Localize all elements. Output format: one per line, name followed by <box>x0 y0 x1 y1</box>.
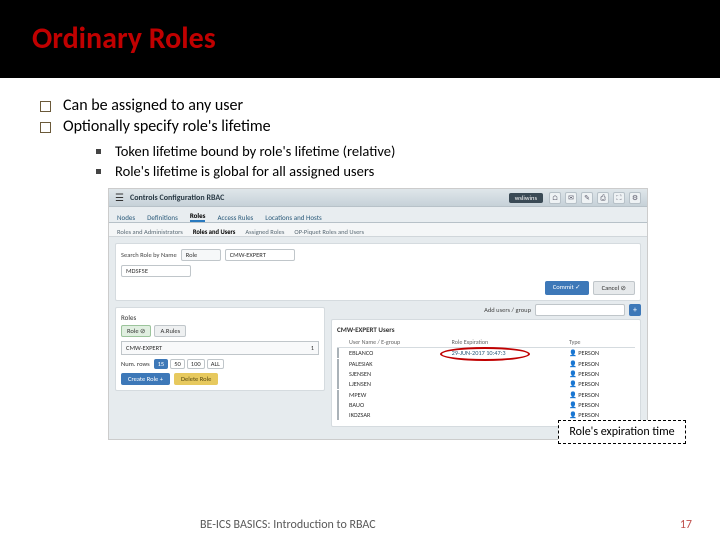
col-type: Type <box>569 338 635 346</box>
user-row[interactable]: MPEW 👤 PERSON <box>337 390 635 400</box>
tab-secondary[interactable]: OP-Piquet Roles and Users <box>294 228 364 236</box>
page-number: 17 <box>680 518 692 532</box>
tab-primary[interactable]: Locations and Hosts <box>265 213 322 222</box>
col-expiration: Role Expiration <box>452 338 569 346</box>
cell-username: EBLANCO <box>349 349 452 357</box>
row-checkbox[interactable] <box>337 410 339 420</box>
cell-type: 👤 PERSON <box>569 360 635 368</box>
tab-primary[interactable]: Access Rules <box>217 213 253 222</box>
tab-primary[interactable]: Definitions <box>147 213 178 222</box>
page-size[interactable]: 100 <box>187 359 205 369</box>
footer-text: BE-ICS BASICS: Introduction to RBAC <box>200 518 376 532</box>
role-list-item[interactable]: CMW-EXPERT 1 <box>121 341 319 355</box>
callout-text: Role's expiration time <box>569 425 674 439</box>
add-users-input[interactable] <box>535 304 625 316</box>
checkbox-icon <box>40 122 51 133</box>
cell-type: 👤 PERSON <box>569 401 635 409</box>
embedded-screenshot: ☰ Controls Configuration RBAC wsliwins ⌂… <box>108 188 648 440</box>
cell-username: PALESIAK <box>349 360 452 368</box>
tab-primary[interactable]: Roles <box>190 211 206 222</box>
cell-username: LJENSEN <box>349 380 452 388</box>
users-panel: CMW-EXPERT Users User Name / E-group Rol… <box>331 319 641 427</box>
user-row[interactable]: BAUO 👤 PERSON <box>337 400 635 410</box>
tab-secondary[interactable]: Roles and Users <box>193 228 236 236</box>
menu-icon[interactable]: ☰ <box>115 191 124 204</box>
cell-type: 👤 PERSON <box>569 370 635 378</box>
square-icon <box>96 169 101 174</box>
toolbar-icon[interactable]: ⎙ <box>597 192 609 204</box>
tab-secondary[interactable]: Roles and Administrators <box>117 228 183 236</box>
toolbar-icon[interactable]: ✉ <box>565 192 577 204</box>
cell-username: BAUO <box>349 401 452 409</box>
cancel-button[interactable]: Cancel ⊘ <box>593 281 635 295</box>
app-toolbar: ☰ Controls Configuration RBAC wsliwins ⌂… <box>109 189 647 207</box>
users-title: CMW-EXPERT Users <box>337 325 635 334</box>
cell-type: 👤 PERSON <box>569 380 635 388</box>
row-checkbox[interactable] <box>337 359 339 369</box>
cell-username: MPEW <box>349 391 452 399</box>
cell-username: IKOZSAR <box>349 411 452 419</box>
checkbox-icon <box>40 101 51 112</box>
page-size[interactable]: ALL <box>207 359 224 369</box>
search-input[interactable]: CMW-EXPERT <box>225 249 295 261</box>
bullet-2: Optionally specify role's lifetime <box>40 117 720 136</box>
toolbar-icon[interactable]: ⛶ <box>613 192 625 204</box>
search-panel: Search Role by Name Role CMW-EXPERT MDSF… <box>115 243 641 301</box>
subbullet-2: Role's lifetime is global for all assign… <box>96 162 720 180</box>
subbullet-1: Token lifetime bound by role's lifetime … <box>96 142 720 160</box>
add-button[interactable]: + <box>629 304 641 316</box>
search-mode-select[interactable]: Role <box>181 249 221 261</box>
role-chip[interactable]: Role ⊘ <box>121 325 151 337</box>
user-badge[interactable]: wsliwins <box>509 193 543 203</box>
footer: BE-ICS BASICS: Introduction to RBAC 17 <box>0 518 720 532</box>
callout-box: Role's expiration time <box>558 420 686 444</box>
numrows-label: Num. rows <box>121 360 150 368</box>
sub-text: Role's lifetime is global for all assign… <box>115 162 374 180</box>
user-row[interactable]: LJENSEN 👤 PERSON <box>337 379 635 389</box>
col-username: User Name / E-group <box>349 338 452 346</box>
rules-chip[interactable]: A.Rules <box>154 325 186 337</box>
bullet-text: Optionally specify role's lifetime <box>63 117 271 136</box>
cell-type: 👤 PERSON <box>569 391 635 399</box>
bullet-text: Can be assigned to any user <box>63 96 243 115</box>
delete-role-button[interactable]: Delete Role <box>174 373 218 385</box>
role-count: 1 <box>311 344 314 352</box>
row-checkbox[interactable] <box>337 348 339 358</box>
search-label: Search Role by Name <box>121 251 177 259</box>
toolbar-icon[interactable]: ⚙ <box>629 192 641 204</box>
cell-username: SJENSEN <box>349 370 452 378</box>
commit-button[interactable]: Commit ✓ <box>545 281 589 295</box>
row-checkbox[interactable] <box>337 400 339 410</box>
tabs-primary: Nodes Definitions Roles Access Rules Locatio… <box>109 207 647 223</box>
roles-panel: Roles Role ⊘ A.Rules CMW-EXPERT 1 Num. r… <box>115 307 325 391</box>
toolbar-icon[interactable]: ✎ <box>581 192 593 204</box>
tab-secondary[interactable]: Assigned Roles <box>245 228 284 236</box>
roles-heading: Roles <box>121 313 319 322</box>
cell-type: 👤 PERSON <box>569 411 635 419</box>
page-size[interactable]: 15 <box>154 359 169 369</box>
role-name: CMW-EXPERT <box>126 344 162 352</box>
content-area: Can be assigned to any user Optionally s… <box>0 78 720 440</box>
cell-type: 👤 PERSON <box>569 349 635 357</box>
bullet-1: Can be assigned to any user <box>40 96 720 115</box>
app-title: Controls Configuration RBAC <box>130 193 224 203</box>
slide-title: Ordinary Roles <box>32 20 720 57</box>
device-input[interactable]: MDSF5E <box>121 265 191 277</box>
title-bar: Ordinary Roles <box>0 0 720 78</box>
row-checkbox[interactable] <box>337 379 339 389</box>
row-checkbox[interactable] <box>337 390 339 400</box>
create-role-button[interactable]: Create Role + <box>121 373 170 385</box>
square-icon <box>96 149 101 154</box>
sub-text: Token lifetime bound by role's lifetime … <box>115 142 395 160</box>
tab-primary[interactable]: Nodes <box>117 213 135 222</box>
user-row[interactable]: SJENSEN 👤 PERSON <box>337 369 635 379</box>
tabs-secondary: Roles and Administrators Roles and Users A… <box>109 223 647 237</box>
add-users-label: Add users / group <box>484 306 531 314</box>
row-checkbox[interactable] <box>337 369 339 379</box>
toolbar-icon[interactable]: ⌂ <box>549 192 561 204</box>
pagination: Num. rows 1550100ALL <box>121 359 319 369</box>
page-size[interactable]: 50 <box>170 359 185 369</box>
highlight-ring <box>440 347 530 361</box>
